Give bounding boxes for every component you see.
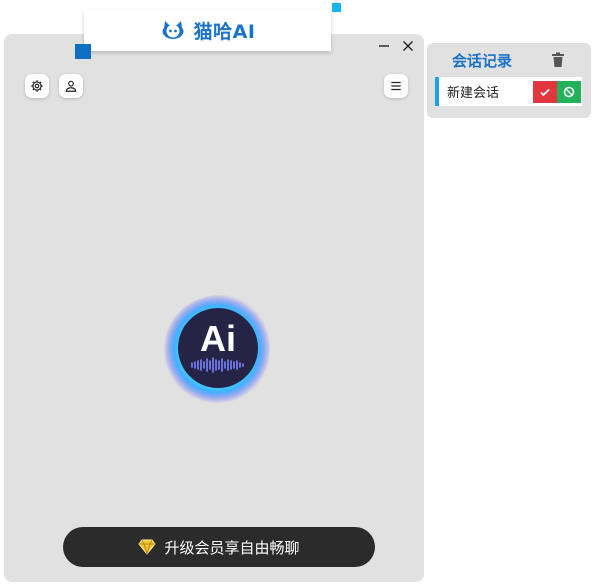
menu-icon xyxy=(391,81,401,91)
chat-bot-icon xyxy=(162,20,184,39)
ai-logo-text: Ai xyxy=(200,318,236,359)
session-item[interactable]: 新建会话 xyxy=(435,77,582,106)
confirm-button[interactable] xyxy=(533,80,557,103)
settings-button[interactable] xyxy=(25,74,49,98)
history-title: 会话记录 xyxy=(452,52,513,70)
gear-icon xyxy=(31,80,43,92)
decoration-square xyxy=(75,44,91,59)
ai-logo: Ai xyxy=(160,289,274,407)
main-window: Ai 升级会员享自由畅聊 xyxy=(4,34,424,582)
check-icon xyxy=(540,88,550,96)
delete-all-button[interactable] xyxy=(551,52,565,68)
session-label: 新建会话 xyxy=(447,86,500,101)
title-tab: 猫哈AI xyxy=(84,10,331,51)
minimize-icon xyxy=(379,45,389,47)
diamond-icon xyxy=(138,539,157,555)
close-icon xyxy=(403,41,413,51)
user-button[interactable] xyxy=(59,74,83,98)
close-button[interactable] xyxy=(400,38,416,54)
decoration-square-small xyxy=(332,3,341,12)
ban-icon xyxy=(563,86,575,97)
app-title: 猫哈AI xyxy=(193,21,256,43)
trash-icon xyxy=(552,52,564,67)
cancel-button[interactable] xyxy=(557,80,581,103)
menu-button[interactable] xyxy=(384,74,408,98)
user-icon xyxy=(65,80,77,92)
minimize-button[interactable] xyxy=(376,38,392,54)
upgrade-button[interactable]: 升级会员享自由畅聊 xyxy=(63,527,375,567)
history-panel: 会话记录 新建会话 xyxy=(427,43,591,118)
upgrade-label: 升级会员享自由畅聊 xyxy=(164,538,300,557)
